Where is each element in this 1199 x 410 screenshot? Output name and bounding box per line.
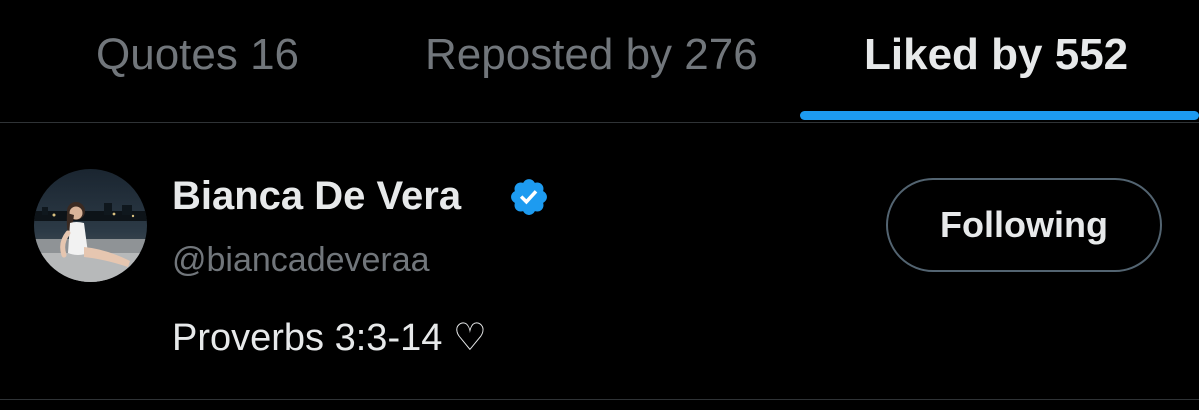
avatar[interactable] (34, 169, 147, 282)
following-button[interactable]: Following (886, 178, 1162, 272)
user-handle[interactable]: @biancadeveraa (172, 240, 430, 280)
tab-bar: Quotes 16 Reposted by 276 Liked by 552 (0, 0, 1199, 123)
tab-quotes[interactable]: Quotes 16 (0, 0, 385, 122)
avatar-image (34, 169, 147, 282)
tab-quotes-label: Quotes 16 (96, 30, 300, 79)
tab-liked-by-label: Liked by 552 (864, 30, 1129, 79)
active-tab-indicator (800, 111, 1199, 120)
tab-reposted-by[interactable]: Reposted by 276 (385, 0, 800, 122)
tab-liked-by[interactable]: Liked by 552 (800, 0, 1199, 122)
user-list-item[interactable]: Bianca De Vera @biancadeveraa Proverbs 3… (0, 123, 1199, 400)
user-bio: Proverbs 3:3-14 ♡ (172, 317, 487, 359)
verified-badge-icon[interactable] (508, 176, 550, 218)
user-display-name[interactable]: Bianca De Vera (172, 173, 461, 219)
tab-reposted-by-label: Reposted by 276 (425, 30, 758, 79)
